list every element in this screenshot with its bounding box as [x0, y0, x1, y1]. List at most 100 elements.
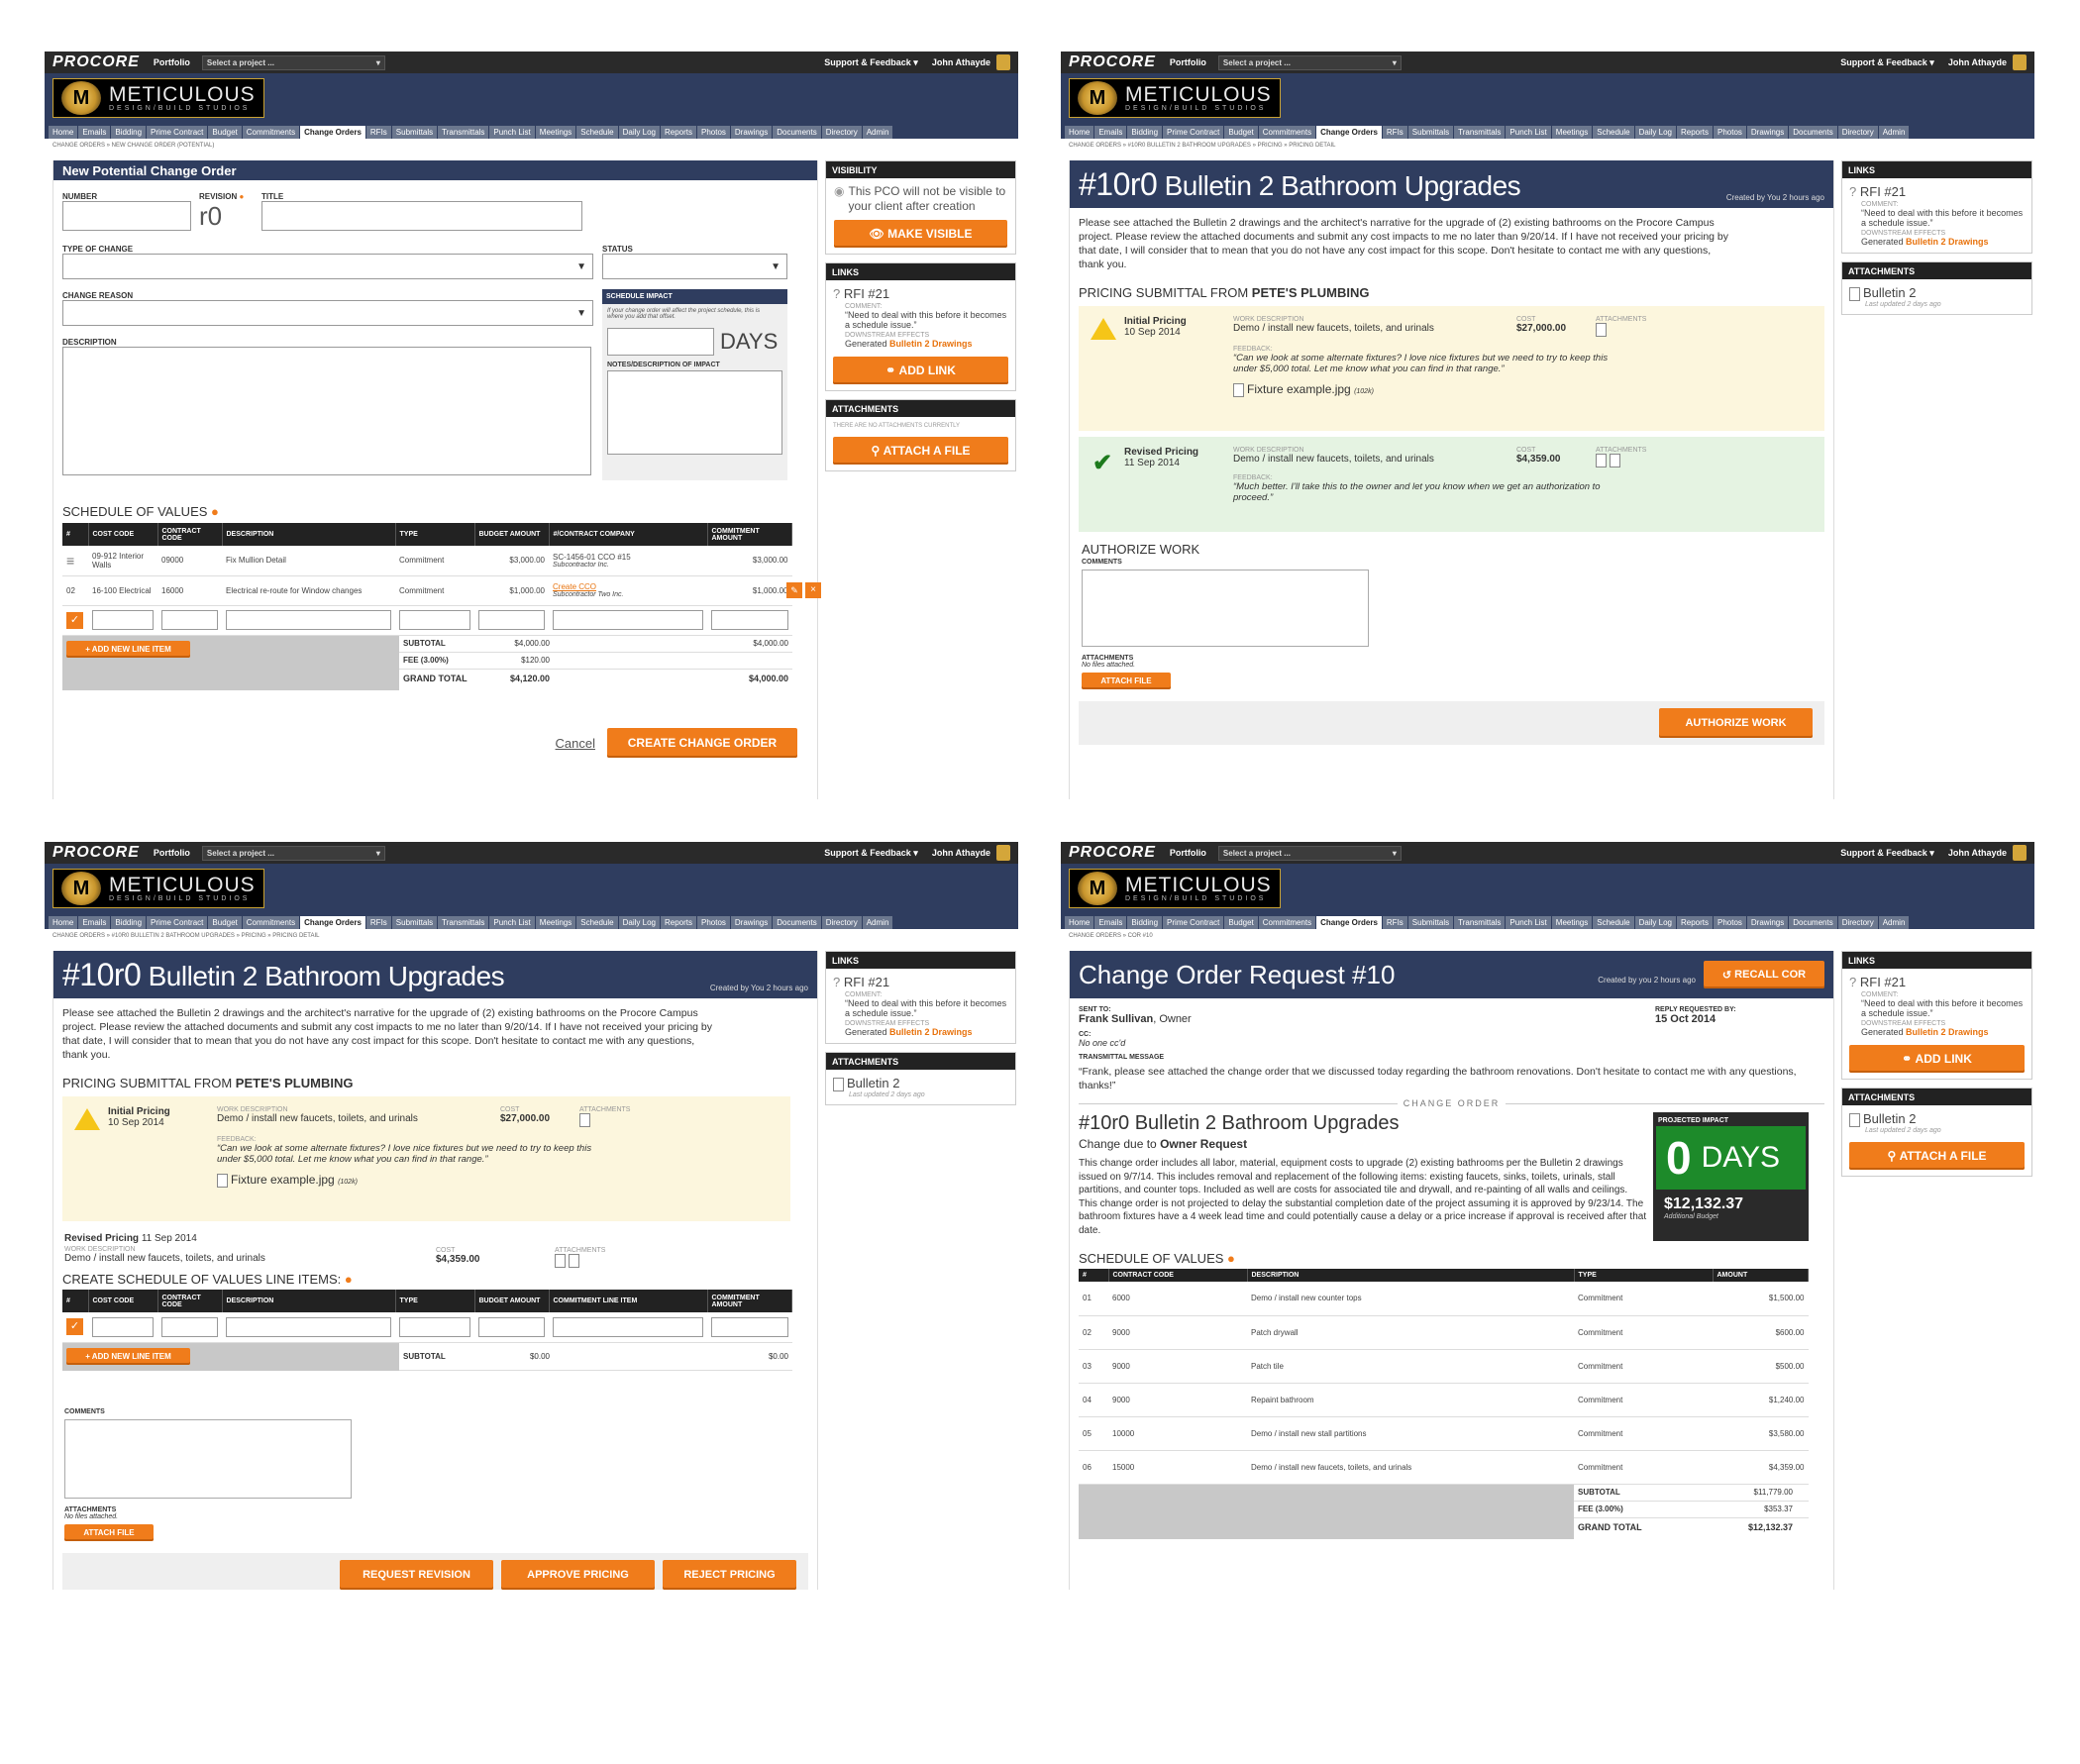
rfi-link[interactable]: ? RFI #21 — [833, 286, 1008, 301]
attachment-item[interactable]: Bulletin 2 — [1849, 1111, 2025, 1127]
tab-documents[interactable]: Documents — [773, 916, 821, 929]
pdf-file-icon[interactable] — [1596, 454, 1607, 467]
table-row[interactable]: 03 9000 Patch tile Commitment $500.00 — [1079, 1349, 1809, 1384]
tab-submittals[interactable]: Submittals — [391, 126, 438, 139]
tab-rfis[interactable]: RFIs — [1382, 916, 1407, 929]
user-menu[interactable]: John Athayde — [1948, 848, 2007, 858]
user-menu[interactable]: John Athayde — [932, 57, 990, 67]
create-cco-link[interactable]: Create CCO — [553, 582, 703, 591]
check-icon[interactable]: ✓ — [66, 611, 83, 629]
tab-emails[interactable]: Emails — [78, 126, 111, 139]
tab-admin[interactable]: Admin — [862, 126, 893, 139]
excel-file-icon[interactable] — [569, 1254, 579, 1268]
tab-commitments[interactable]: Commitments — [242, 916, 300, 929]
tab-change-orders[interactable]: Change Orders — [300, 126, 365, 139]
tab-rfis[interactable]: RFIs — [365, 916, 391, 929]
portfolio-link[interactable]: Portfolio — [154, 848, 190, 858]
authorize-work-button[interactable]: AUTHORIZE WORK — [1659, 708, 1813, 738]
tab-submittals[interactable]: Submittals — [1407, 126, 1454, 139]
portfolio-link[interactable]: Portfolio — [1170, 57, 1206, 67]
request-revision-button[interactable]: REQUEST REVISION — [340, 1559, 493, 1590]
procore-logo[interactable]: PROCORE — [1069, 53, 1156, 71]
tab-daily-log[interactable]: Daily Log — [618, 126, 660, 139]
tab-reports[interactable]: Reports — [1676, 916, 1713, 929]
tab-admin[interactable]: Admin — [1878, 916, 1910, 929]
tab-photos[interactable]: Photos — [696, 916, 730, 929]
type-input[interactable] — [399, 1316, 470, 1337]
drag-handle-icon[interactable]: ≡ — [62, 546, 88, 576]
table-row[interactable]: ≡ 09-912 Interior Walls 09000 Fix Mullio… — [62, 546, 792, 576]
tab-rfis[interactable]: RFIs — [365, 126, 391, 139]
avatar[interactable] — [2013, 54, 2027, 70]
edit-icon[interactable]: ✎ — [786, 582, 802, 598]
days-input[interactable] — [607, 328, 714, 356]
tab-commitments[interactable]: Commitments — [1258, 126, 1316, 139]
tab-emails[interactable]: Emails — [1094, 126, 1127, 139]
tab-admin[interactable]: Admin — [1878, 126, 1910, 139]
bulletin-link[interactable]: Bulletin 2 Drawings — [889, 339, 973, 349]
attach-file-button[interactable]: ATTACH FILE — [1082, 673, 1171, 689]
tab-transmittals[interactable]: Transmittals — [1454, 126, 1506, 139]
recall-cor-button[interactable]: ↺ RECALL COR — [1704, 961, 1824, 988]
comments-textarea[interactable] — [64, 1418, 352, 1499]
attachment-item[interactable]: Bulletin 2 — [1849, 285, 2025, 301]
add-line-item-button[interactable]: + ADD NEW LINE ITEM — [66, 640, 190, 658]
attachment-link[interactable]: Fixture example.jpg — [231, 1173, 335, 1187]
close-icon[interactable]: × — [805, 582, 821, 598]
tab-change-orders[interactable]: Change Orders — [300, 916, 365, 929]
tab-directory[interactable]: Directory — [821, 126, 862, 139]
check-icon[interactable]: ✓ — [66, 1318, 83, 1336]
tab-emails[interactable]: Emails — [1094, 916, 1127, 929]
tab-daily-log[interactable]: Daily Log — [1634, 126, 1676, 139]
number-input[interactable] — [62, 201, 191, 231]
tab-prime-contract[interactable]: Prime Contract — [147, 126, 208, 139]
tab-punch-list[interactable]: Punch List — [489, 916, 535, 929]
rfi-link[interactable]: ? RFI #21 — [833, 975, 1008, 989]
tab-prime-contract[interactable]: Prime Contract — [1163, 916, 1224, 929]
portfolio-link[interactable]: Portfolio — [154, 57, 190, 67]
contract-code-input[interactable] — [161, 1316, 218, 1337]
tab-photos[interactable]: Photos — [1713, 126, 1746, 139]
project-select[interactable]: Select a project ... ▾ — [201, 54, 385, 70]
tab-emails[interactable]: Emails — [78, 916, 111, 929]
tab-meetings[interactable]: Meetings — [1551, 916, 1593, 929]
budget-input[interactable] — [478, 610, 545, 630]
cost-code-input[interactable] — [92, 610, 154, 630]
excel-file-icon[interactable] — [1610, 454, 1620, 467]
project-select[interactable]: Select a project ... ▾ — [1217, 54, 1402, 70]
tab-meetings[interactable]: Meetings — [535, 916, 576, 929]
avatar[interactable] — [996, 54, 1010, 70]
info-icon[interactable]: ● — [1227, 1251, 1235, 1266]
comments-textarea[interactable] — [1082, 570, 1369, 647]
approve-pricing-button[interactable]: APPROVE PRICING — [501, 1559, 655, 1590]
type-input[interactable] — [399, 610, 470, 630]
breadcrumb[interactable]: CHANGE ORDERS » #10R0 BULLETIN 2 BATHROO… — [45, 929, 1018, 941]
table-row[interactable]: 02 9000 Patch drywall Commitment $600.00 — [1079, 1315, 1809, 1350]
avatar[interactable] — [996, 845, 1010, 861]
tab-bidding[interactable]: Bidding — [1127, 126, 1163, 139]
rfi-link[interactable]: ? RFI #21 — [1849, 975, 2025, 989]
support-menu[interactable]: Support & Feedback ▾ — [1840, 848, 1934, 859]
procore-logo[interactable]: PROCORE — [52, 53, 140, 71]
create-change-order-button[interactable]: CREATE CHANGE ORDER — [607, 728, 797, 758]
tab-meetings[interactable]: Meetings — [535, 126, 576, 139]
commitment-input[interactable] — [711, 1316, 788, 1337]
tab-budget[interactable]: Budget — [1224, 916, 1258, 929]
tab-documents[interactable]: Documents — [1789, 126, 1837, 139]
add-link-button[interactable]: ⚭ ADD LINK — [1849, 1045, 2025, 1073]
contract-code-input[interactable] — [161, 610, 218, 630]
table-row[interactable]: 06 15000 Demo / install new faucets, toile… — [1079, 1450, 1809, 1485]
project-select[interactable]: Select a project ... ▾ — [1217, 845, 1402, 861]
make-visible-button[interactable]: 👁 MAKE VISIBLE — [834, 220, 1007, 248]
tab-prime-contract[interactable]: Prime Contract — [147, 916, 208, 929]
procore-logo[interactable]: PROCORE — [1069, 844, 1156, 862]
tab-budget[interactable]: Budget — [1224, 126, 1258, 139]
change-reason-select[interactable]: ▼ — [62, 300, 593, 326]
tab-budget[interactable]: Budget — [208, 916, 242, 929]
commitment-input[interactable] — [711, 610, 788, 630]
commitment-line-input[interactable] — [553, 1316, 703, 1337]
tab-directory[interactable]: Directory — [1837, 126, 1878, 139]
tab-admin[interactable]: Admin — [862, 916, 893, 929]
type-of-change-select[interactable]: ▼ — [62, 254, 593, 279]
cost-code-input[interactable] — [92, 1316, 154, 1337]
